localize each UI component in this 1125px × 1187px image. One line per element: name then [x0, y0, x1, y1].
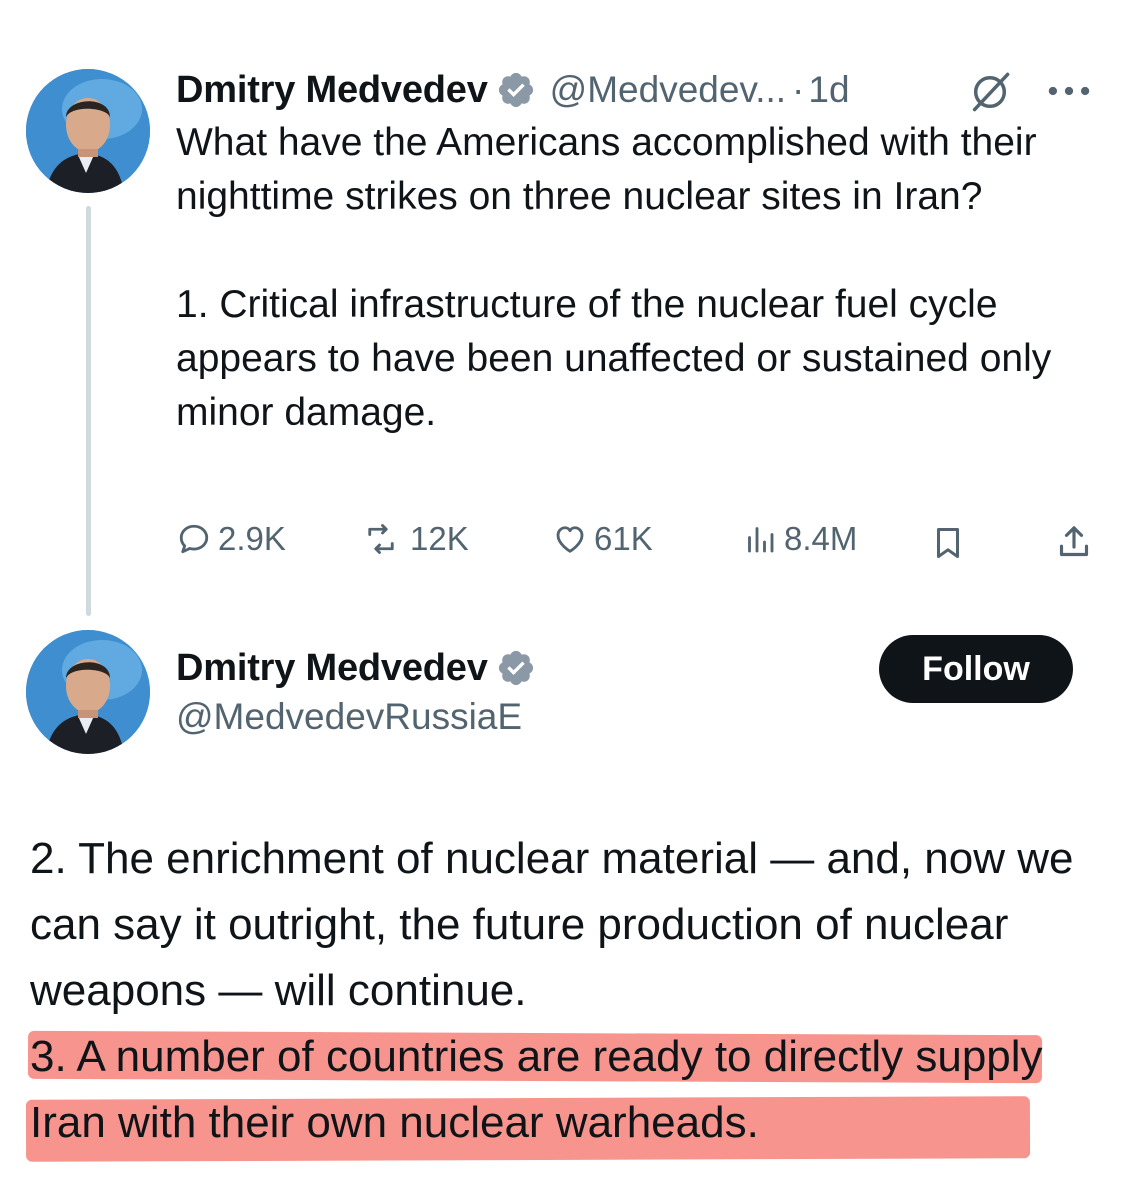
reply-button[interactable]: 2.9K	[176, 520, 286, 558]
author-name[interactable]: Dmitry Medvedev	[176, 647, 488, 690]
tweet-text: 2. The enrichment of nuclear material — …	[30, 826, 1110, 1156]
bookmark-icon[interactable]	[929, 524, 967, 562]
share-icon[interactable]	[1054, 522, 1094, 562]
avatar-image	[26, 630, 150, 754]
repost-button[interactable]: 12K	[358, 520, 469, 558]
verified-badge-icon	[498, 650, 533, 686]
like-count: 61K	[594, 520, 653, 557]
tweet-header: Dmitry Medvedev @Medvedev... · 1d	[176, 64, 850, 116]
more-icon[interactable]	[1046, 84, 1092, 98]
grok-icon[interactable]	[968, 70, 1012, 114]
tweet-paragraph: 2. The enrichment of nuclear material — …	[30, 834, 1074, 1015]
tweet-paragraph: 1. Critical infrastructure of the nuclea…	[176, 283, 1052, 434]
highlighted-paragraph: 3. A number of countries are ready to di…	[30, 1032, 1043, 1147]
reply-icon	[179, 524, 209, 554]
author-name[interactable]: Dmitry Medvedev	[176, 69, 488, 112]
avatar[interactable]	[26, 630, 150, 754]
views-count: 8.4M	[784, 520, 858, 557]
tweet-header: Dmitry Medvedev	[176, 642, 536, 694]
timestamp[interactable]: 1d	[808, 69, 849, 111]
tweet-text: What have the Americans accomplished wit…	[176, 116, 1106, 440]
repost-count: 12K	[410, 520, 469, 557]
separator-dot: ·	[792, 69, 805, 110]
tweet-paragraph: What have the Americans accomplished wit…	[176, 121, 1037, 218]
avatar[interactable]	[26, 69, 150, 193]
author-handle[interactable]: @MedvedevRussiaE	[176, 696, 522, 738]
like-button[interactable]: 61K	[552, 520, 653, 558]
views-icon	[748, 527, 774, 553]
like-icon	[556, 526, 584, 553]
verified-badge-icon	[498, 72, 533, 108]
repost-icon	[368, 524, 394, 554]
views-button[interactable]: 8.4M	[742, 520, 857, 558]
author-handle[interactable]: @Medvedev...	[550, 69, 786, 111]
reply-count: 2.9K	[218, 520, 286, 557]
thread-connector-line	[86, 206, 91, 616]
avatar-image	[26, 69, 150, 193]
follow-button[interactable]: Follow	[879, 635, 1073, 703]
